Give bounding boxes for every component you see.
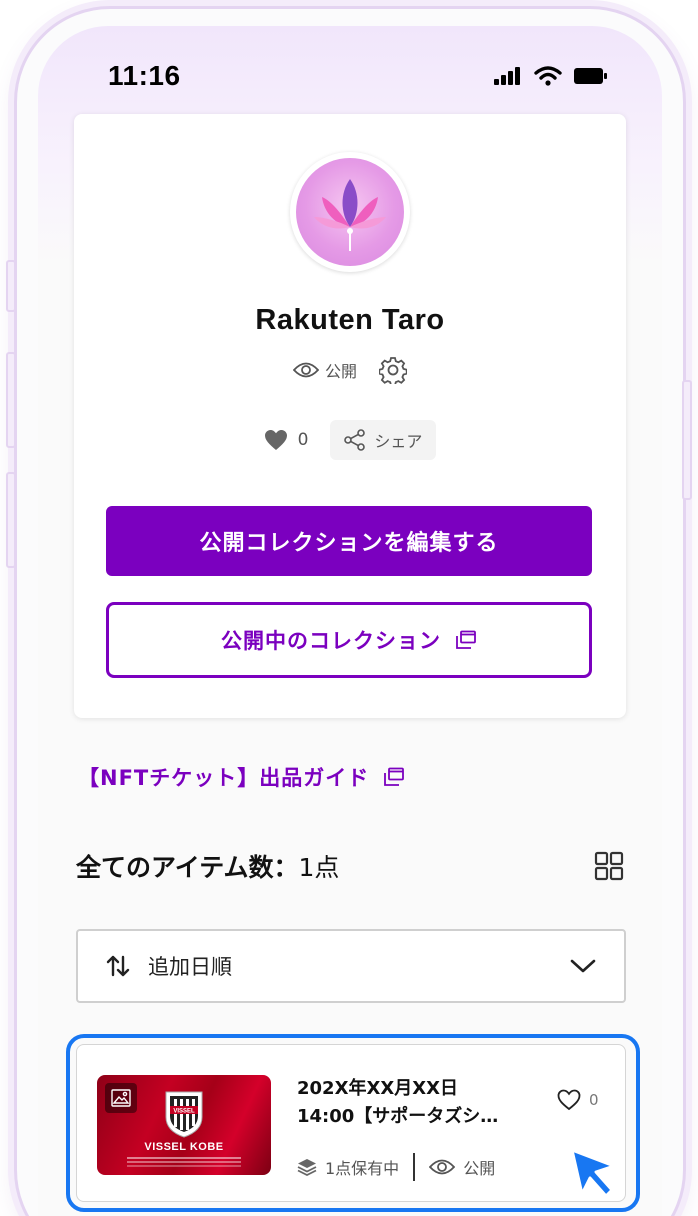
nft-ticket-guide-link[interactable]: 【NFTチケット】出品ガイド — [78, 762, 405, 792]
meta-divider — [413, 1153, 416, 1181]
item-visibility: 公開 — [429, 1155, 495, 1179]
grid-view-icon[interactable] — [594, 851, 624, 881]
items-count-row: 全てのアイテム数：1点 — [76, 848, 624, 884]
share-icon — [344, 429, 366, 451]
eye-icon — [292, 362, 319, 378]
heart-outline-icon — [557, 1089, 581, 1111]
battery-icon — [574, 68, 607, 84]
public-collection-label: 公開中のコレクション — [221, 629, 441, 653]
eye-icon — [429, 1159, 456, 1175]
image-icon — [105, 1083, 137, 1113]
layers-icon — [297, 1159, 317, 1176]
share-button[interactable]: シェア — [330, 420, 437, 460]
item-title-line1: 202X年XX月XX日 — [297, 1078, 458, 1099]
owned-count-label: 1点保有中 — [325, 1159, 400, 1178]
sort-selected-label: 追加日順 — [148, 955, 232, 979]
items-count-label: 全てのアイテム数： — [76, 853, 299, 882]
items-count-value: 1点 — [298, 853, 340, 882]
edit-public-collection-button[interactable]: 公開コレクションを編集する — [106, 506, 592, 576]
like-count: 0 — [297, 430, 309, 450]
share-label: シェア — [374, 432, 423, 451]
lotus-logo-icon — [296, 158, 404, 266]
phone-side-button — [6, 352, 16, 448]
phone-side-button — [682, 380, 692, 500]
item-thumbnail[interactable]: VISSEL VISSEL KOBE — [97, 1075, 271, 1175]
external-window-icon — [384, 767, 405, 786]
visibility-status: 公開 — [292, 358, 357, 382]
thumbnail-fine-print — [127, 1157, 241, 1159]
club-crest-icon: VISSEL — [165, 1091, 203, 1138]
wifi-icon — [534, 66, 562, 86]
status-time: 11:16 — [108, 60, 181, 91]
item-title-line2: 14:00【サポータズシ… — [297, 1106, 499, 1127]
external-window-icon — [456, 630, 476, 649]
items-count: 全てのアイテム数：1点 — [76, 848, 339, 884]
phone-side-button — [6, 260, 16, 312]
guide-link-label: 【NFTチケット】出品ガイド — [78, 766, 370, 790]
svg-text:VISSEL: VISSEL — [173, 1109, 195, 1115]
social-row: 0 シェア — [74, 420, 626, 460]
pointer-cursor-icon — [570, 1148, 616, 1198]
item-title[interactable]: 202X年XX月XX日 14:00【サポータズシ… — [297, 1075, 537, 1131]
chevron-down-icon — [570, 959, 596, 973]
item-like-count: 0 — [589, 1091, 599, 1109]
owned-count: 1点保有中 — [297, 1155, 399, 1179]
heart-filled-icon — [264, 430, 287, 450]
privacy-row: 公開 — [74, 356, 626, 384]
thumbnail-title: VISSEL KOBE — [144, 1141, 224, 1153]
sort-icon — [106, 955, 130, 977]
signal-icon — [494, 67, 520, 85]
status-bar: 11:16 — [38, 26, 662, 102]
item-meta: 1点保有中 公開 — [297, 1153, 495, 1181]
avatar[interactable] — [290, 152, 410, 272]
item-visibility-label: 公開 — [463, 1159, 496, 1178]
like-button[interactable]: 0 — [264, 429, 309, 451]
visibility-label: 公開 — [324, 362, 357, 381]
app-screen: 11:16 Rakuten Taro 公開 0 シェア 公開コレクションを編集す… — [38, 26, 662, 1216]
profile-card: Rakuten Taro 公開 0 シェア 公開コレクションを編集する 公開中の… — [74, 114, 626, 718]
phone-side-button — [6, 472, 16, 568]
item-like-button[interactable]: 0 — [557, 1089, 599, 1111]
profile-name: Rakuten Taro — [255, 304, 445, 336]
gear-icon[interactable] — [379, 356, 407, 384]
sort-select[interactable]: 追加日順 — [76, 929, 626, 1003]
status-icons — [494, 66, 608, 86]
item-card[interactable]: VISSEL VISSEL KOBE 202X年XX月XX日 14:00【サポー… — [76, 1044, 626, 1202]
public-collection-button[interactable]: 公開中のコレクション — [106, 602, 592, 678]
